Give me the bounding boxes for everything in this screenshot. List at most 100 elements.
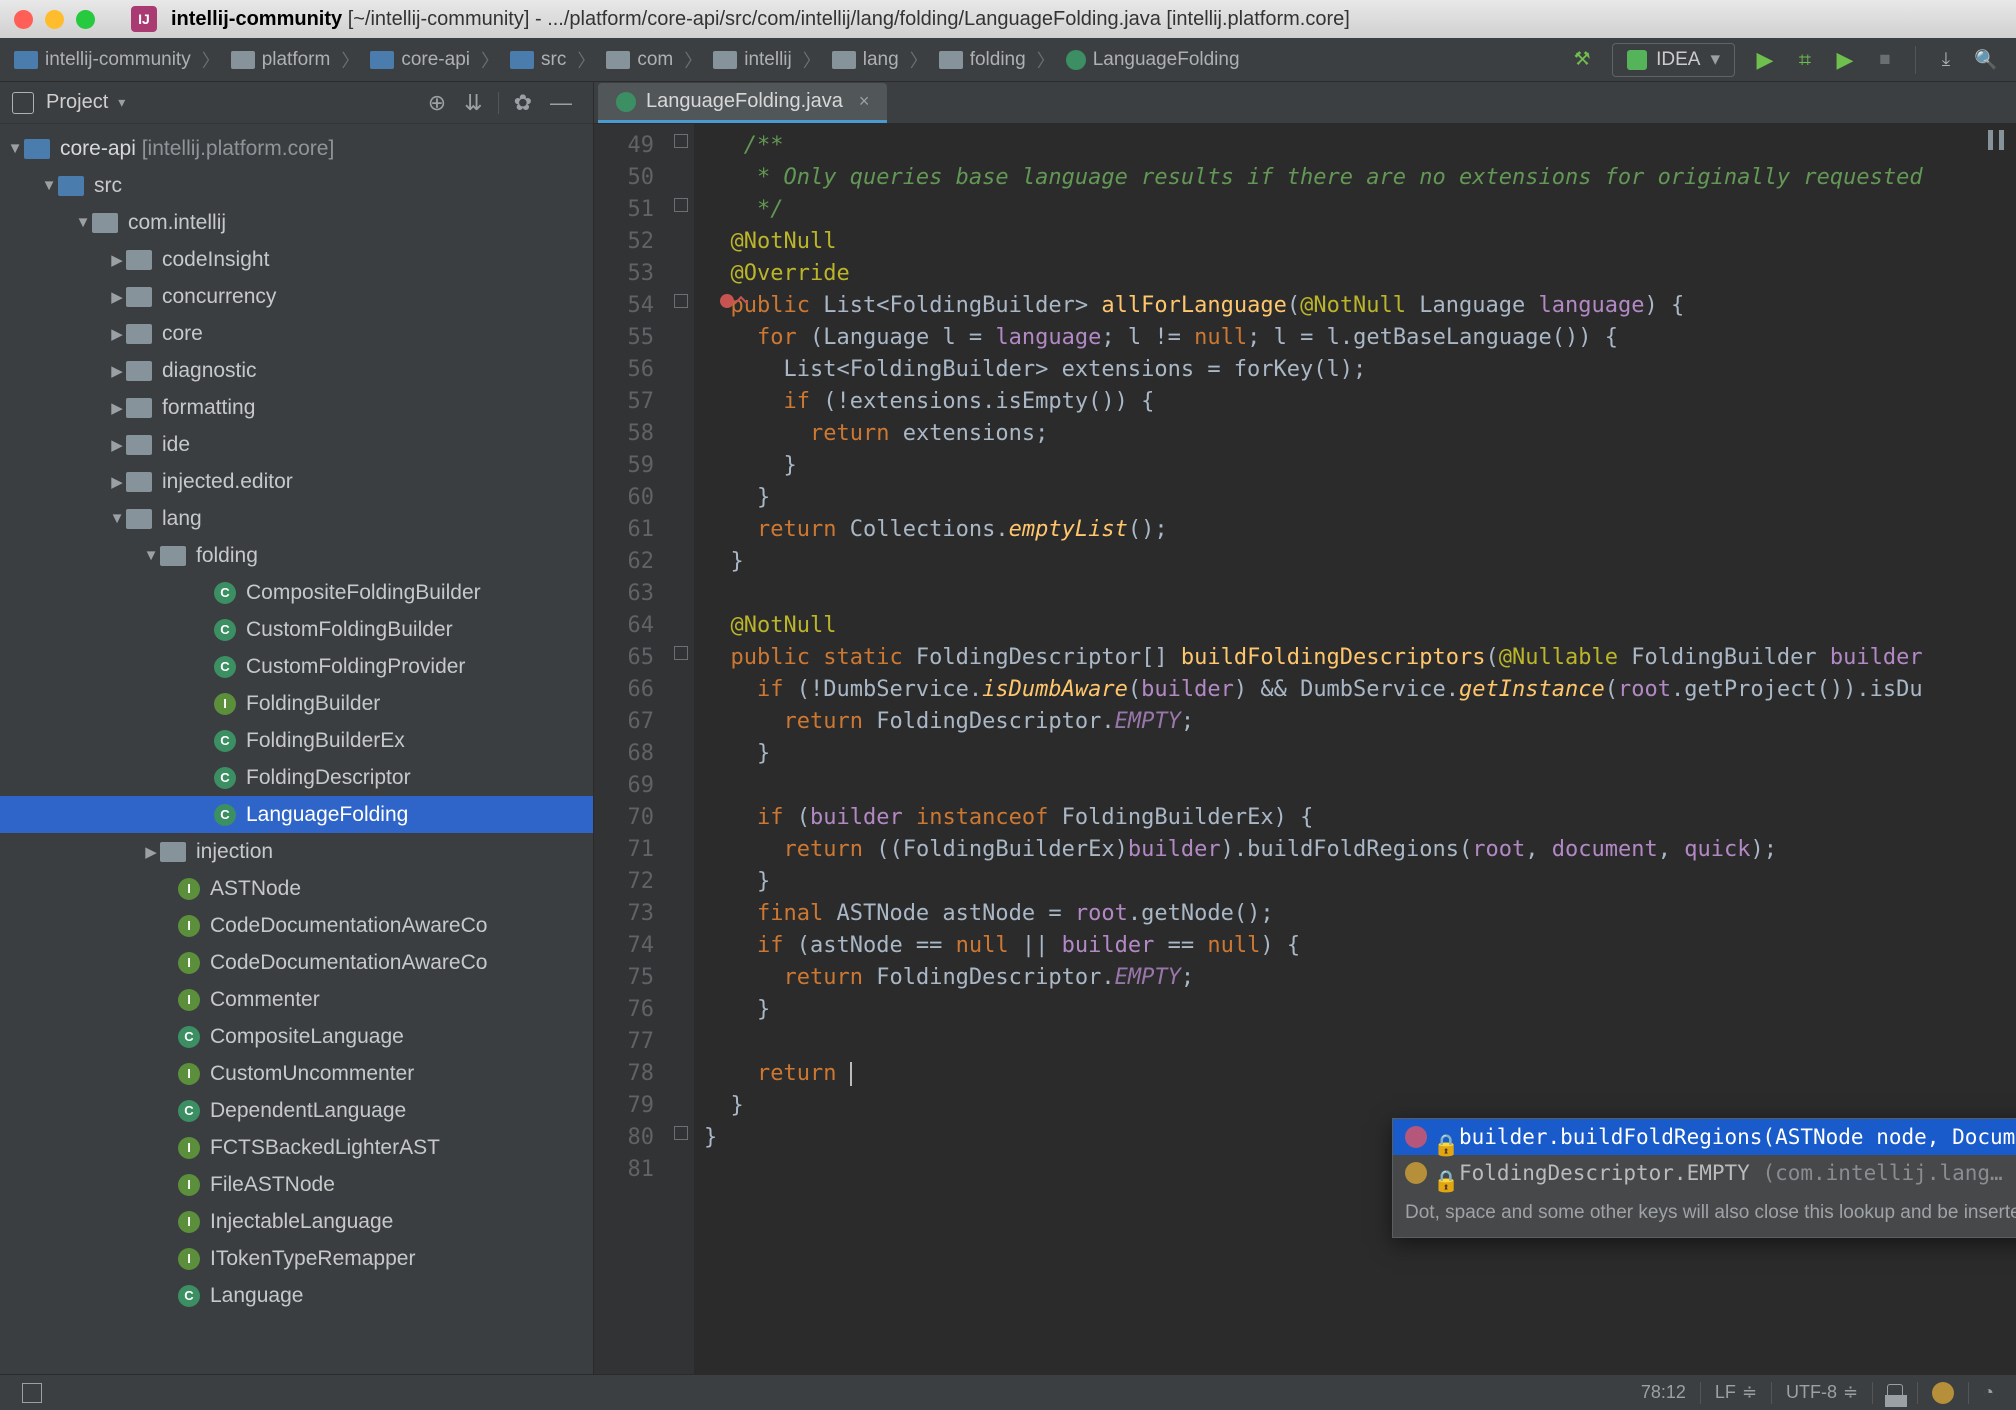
tree-node[interactable]: ▼folding bbox=[0, 537, 593, 574]
breadcrumb-item[interactable]: folding bbox=[935, 49, 1030, 71]
breadcrumb-item[interactable]: intellij-community bbox=[10, 49, 195, 71]
tree-expand-arrow[interactable]: ▶ bbox=[108, 436, 126, 454]
tree-node[interactable]: ▼src bbox=[0, 167, 593, 204]
project-tool-icon[interactable] bbox=[12, 92, 34, 114]
gear-icon[interactable]: ✿ bbox=[514, 90, 532, 116]
fold-toggle-icon[interactable] bbox=[674, 646, 688, 660]
tree-node[interactable]: IInjectableLanguage bbox=[0, 1203, 593, 1240]
tool-windows-toggle[interactable] bbox=[22, 1383, 42, 1403]
project-tree[interactable]: ▼ core-api [intellij.platform.core] ▼src… bbox=[0, 124, 593, 1374]
status-encoding[interactable]: UTF-8 ≑ bbox=[1786, 1382, 1858, 1403]
tree-node[interactable]: CDependentLanguage bbox=[0, 1092, 593, 1129]
tree-node[interactable]: IASTNode bbox=[0, 870, 593, 907]
tab-language-folding[interactable]: LanguageFolding.java × bbox=[598, 83, 887, 123]
debug-bug-icon[interactable]: ⌗ bbox=[1792, 47, 1818, 73]
completion-item-1[interactable]: 🔒 builder.buildFoldRegions(ASTNode node,… bbox=[1393, 1119, 2016, 1155]
code-editor[interactable]: 49 50 51 52 53 54 55 56 57 58 59 60 61 6… bbox=[594, 124, 2016, 1374]
title-project: intellij-community bbox=[171, 8, 342, 31]
tree-node[interactable]: CFoldingDescriptor bbox=[0, 759, 593, 796]
breadcrumb-item[interactable]: intellij bbox=[709, 49, 796, 71]
target-scroll-icon[interactable]: ⊕ bbox=[428, 90, 446, 116]
tree-node-label: diagnostic bbox=[162, 359, 257, 383]
tree-node[interactable]: ICommenter bbox=[0, 981, 593, 1018]
folder-icon bbox=[126, 398, 152, 418]
status-readonly-lock-icon[interactable] bbox=[1887, 1384, 1903, 1402]
collapse-all-icon[interactable]: ⇊ bbox=[464, 90, 482, 116]
status-hector-icon[interactable] bbox=[1932, 1382, 1954, 1404]
fold-toggle-icon[interactable] bbox=[674, 134, 688, 148]
tree-node[interactable]: ▶ diagnostic bbox=[0, 352, 593, 389]
tree-node[interactable]: ▶injected.editor bbox=[0, 463, 593, 500]
tree-expand-arrow[interactable]: ▼ bbox=[74, 214, 92, 231]
override-gutter-icon[interactable] bbox=[720, 294, 734, 308]
tree-node[interactable]: CCustomFoldingBuilder bbox=[0, 611, 593, 648]
tree-node[interactable]: IFCTSBackedLighterAST bbox=[0, 1129, 593, 1166]
tree-node[interactable]: IFoldingBuilder bbox=[0, 685, 593, 722]
tree-expand-arrow[interactable]: ▼ bbox=[40, 177, 58, 194]
completion-item-2[interactable]: 🔒 FoldingDescriptor.EMPTY (com.intellij.… bbox=[1393, 1155, 2016, 1191]
status-memory-icon[interactable]: ◔ bbox=[1983, 1382, 1994, 1403]
tree-node[interactable]: ▶core bbox=[0, 315, 593, 352]
breadcrumb-item[interactable]: platform bbox=[227, 49, 335, 71]
tree-node[interactable]: CFoldingBuilderEx bbox=[0, 722, 593, 759]
close-tab-icon[interactable]: × bbox=[859, 91, 870, 112]
breadcrumb-item[interactable]: src bbox=[506, 49, 570, 71]
inspections-pause-icon[interactable] bbox=[1988, 130, 2004, 150]
tree-node[interactable]: IFileASTNode bbox=[0, 1166, 593, 1203]
tree-node[interactable]: ICodeDocumentationAwareCo bbox=[0, 944, 593, 981]
breadcrumb-item[interactable]: LanguageFolding bbox=[1062, 49, 1244, 71]
close-window-icon[interactable] bbox=[14, 10, 33, 29]
fold-toggle-icon[interactable] bbox=[674, 1126, 688, 1140]
tree-node[interactable]: CCompositeLanguage bbox=[0, 1018, 593, 1055]
tree-node[interactable]: ▶injection bbox=[0, 833, 593, 870]
idea-run-icon bbox=[1627, 50, 1647, 70]
fold-toggle-icon[interactable] bbox=[674, 198, 688, 212]
tree-expand-arrow[interactable]: ▶ bbox=[108, 399, 126, 417]
tree-node[interactable]: CLanguageFolding bbox=[0, 796, 593, 833]
tree-expand-arrow[interactable]: ▶ bbox=[108, 288, 126, 306]
tree-node[interactable]: IITokenTypeRemapper bbox=[0, 1240, 593, 1277]
vcs-update-icon[interactable]: ⤓ bbox=[1933, 47, 1959, 73]
run-play-icon[interactable]: ▶ bbox=[1752, 47, 1778, 73]
tree-node[interactable]: ▶formatting bbox=[0, 389, 593, 426]
tree-node[interactable]: CLanguage bbox=[0, 1277, 593, 1314]
run-coverage-icon[interactable]: ▶ bbox=[1832, 47, 1858, 73]
breadcrumb-item[interactable]: lang bbox=[828, 49, 903, 71]
tree-expand-arrow[interactable]: ▼ bbox=[108, 510, 126, 527]
project-tool-title[interactable]: Project bbox=[46, 91, 108, 114]
minimize-window-icon[interactable] bbox=[45, 10, 64, 29]
build-hammer-icon[interactable]: ⚒ bbox=[1569, 47, 1595, 73]
tree-node[interactable]: CCompositeFoldingBuilder bbox=[0, 574, 593, 611]
code-completion-popup[interactable]: 🔒 builder.buildFoldRegions(ASTNode node,… bbox=[1392, 1118, 2016, 1238]
tree-node[interactable]: CCustomFoldingProvider bbox=[0, 648, 593, 685]
tree-node[interactable]: ▶codeInsight bbox=[0, 241, 593, 278]
tree-expand-arrow[interactable]: ▶ bbox=[142, 843, 160, 861]
tree-module-root[interactable]: ▼ core-api [intellij.platform.core] bbox=[0, 130, 593, 167]
tree-expand-arrow[interactable]: ▼ bbox=[142, 547, 160, 564]
hide-tool-icon[interactable]: — bbox=[550, 90, 572, 116]
run-config-selector[interactable]: IDEA ▾ bbox=[1612, 43, 1735, 77]
tree-expand-arrow[interactable]: ▶ bbox=[108, 325, 126, 343]
chevron-right-icon: 〉 bbox=[481, 47, 499, 73]
tree-node[interactable]: ▶ide bbox=[0, 426, 593, 463]
tree-node[interactable]: ▶concurrency bbox=[0, 278, 593, 315]
breadcrumb-item[interactable]: core-api bbox=[366, 49, 474, 71]
tree-node[interactable]: ▼lang bbox=[0, 500, 593, 537]
tree-node[interactable]: ICodeDocumentationAwareCo bbox=[0, 907, 593, 944]
chevron-right-icon: 〉 bbox=[341, 47, 359, 73]
search-everywhere-icon[interactable]: 🔍 bbox=[1973, 47, 1999, 73]
tree-node[interactable]: ▼com.intellij bbox=[0, 204, 593, 241]
editor-fold-gutter[interactable] bbox=[668, 124, 694, 1374]
tree-expand-arrow[interactable]: ▶ bbox=[108, 251, 126, 269]
zoom-window-icon[interactable] bbox=[76, 10, 95, 29]
status-line-ending[interactable]: LF ≑ bbox=[1715, 1382, 1757, 1403]
fold-toggle-icon[interactable] bbox=[674, 294, 688, 308]
status-caret-pos[interactable]: 78:12 bbox=[1641, 1382, 1686, 1403]
breadcrumb-item[interactable]: com bbox=[602, 49, 677, 71]
tree-root-label: core-api bbox=[60, 137, 136, 160]
tree-expand-arrow[interactable]: ▶ bbox=[108, 473, 126, 491]
chevron-down-icon[interactable]: ▾ bbox=[118, 94, 125, 111]
tree-node[interactable]: ICustomUncommenter bbox=[0, 1055, 593, 1092]
tree-expand-arrow[interactable]: ▶ bbox=[108, 362, 126, 380]
editor-gutter[interactable]: 49 50 51 52 53 54 55 56 57 58 59 60 61 6… bbox=[594, 124, 668, 1374]
